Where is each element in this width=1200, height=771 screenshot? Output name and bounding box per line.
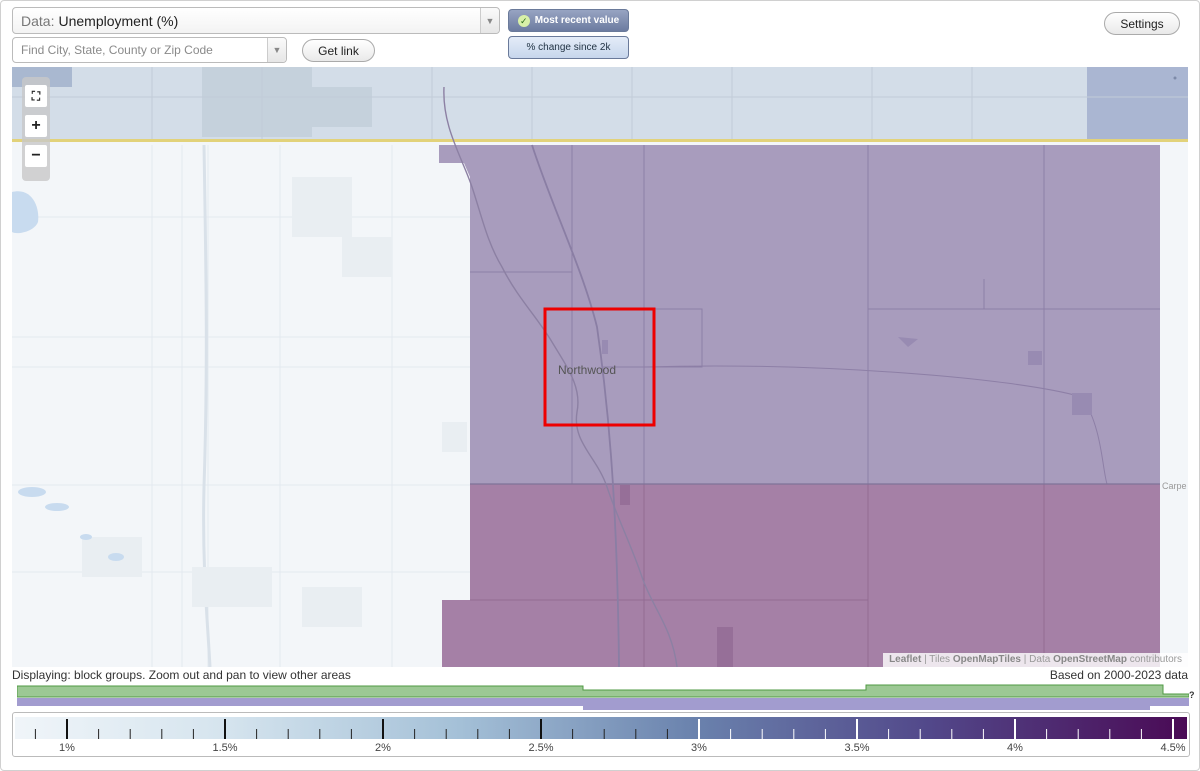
- data-select[interactable]: Data: Unemployment (%) ▼: [12, 7, 500, 34]
- legend-tick-label: 4.5%: [1160, 742, 1185, 754]
- legend-tick-label: 2.5%: [528, 742, 553, 754]
- fullscreen-icon[interactable]: ⛶: [25, 85, 47, 107]
- map-attribution: Leaflet | Tiles OpenMapTiles | Data Open…: [883, 653, 1188, 667]
- search-box: ▼: [12, 37, 287, 63]
- data-select-value: Unemployment (%): [58, 12, 179, 29]
- attribution-data-suffix: contributors: [1129, 654, 1182, 665]
- attribution-data-prefix: Data: [1029, 654, 1051, 665]
- data-range-note: Based on 2000-2023 data: [1049, 668, 1188, 682]
- timeline-help-icon[interactable]: ?: [1189, 690, 1195, 700]
- color-legend: 1% 1.5% 2% 2.5% 3% 3.5% 4% 4.5%: [12, 712, 1190, 757]
- legend-tick-label: 3%: [691, 742, 707, 754]
- attribution-osm-link[interactable]: OpenStreetMap: [1053, 654, 1127, 665]
- legend-scale: 1% 1.5% 2% 2.5% 3% 3.5% 4% 4.5%: [15, 717, 1187, 754]
- zoom-out-button[interactable]: −: [25, 145, 47, 167]
- search-dropdown-icon[interactable]: ▼: [267, 38, 286, 62]
- timeline-bar[interactable]: [17, 683, 1189, 710]
- legend-tick-label: 1%: [59, 742, 75, 754]
- place-label-northwood: Northwood: [558, 363, 617, 377]
- attribution-leaflet-link[interactable]: Leaflet: [889, 654, 921, 665]
- most-recent-button[interactable]: ✓ Most recent value: [508, 9, 629, 32]
- zoom-controls: ⛶ + −: [22, 77, 50, 181]
- legend-tick-label: 1.5%: [212, 742, 237, 754]
- attribution-tiles-link[interactable]: OpenMapTiles: [953, 654, 1021, 665]
- legend-tick-label: 4%: [1007, 742, 1023, 754]
- attribution-tiles-prefix: Tiles: [929, 654, 951, 665]
- legend-tick-label: 3.5%: [844, 742, 869, 754]
- place-label-edge: Carpe: [1162, 481, 1187, 491]
- displaying-note: Displaying: block groups. Zoom out and p…: [12, 668, 351, 682]
- check-icon: ✓: [517, 14, 530, 27]
- map-view[interactable]: ⛶ + − Northwood Carpe Leaflet | Tiles Op…: [12, 67, 1188, 667]
- search-input[interactable]: [13, 38, 263, 62]
- chevron-down-icon[interactable]: ▼: [480, 8, 499, 33]
- most-recent-label: Most recent value: [534, 15, 620, 26]
- data-select-prefix: Data:: [21, 12, 55, 29]
- settings-button[interactable]: Settings: [1104, 12, 1180, 35]
- zoom-in-button[interactable]: +: [25, 115, 47, 137]
- legend-tick-label: 2%: [375, 742, 391, 754]
- percent-change-button[interactable]: % change since 2k: [508, 36, 629, 59]
- get-link-button[interactable]: Get link: [302, 39, 375, 62]
